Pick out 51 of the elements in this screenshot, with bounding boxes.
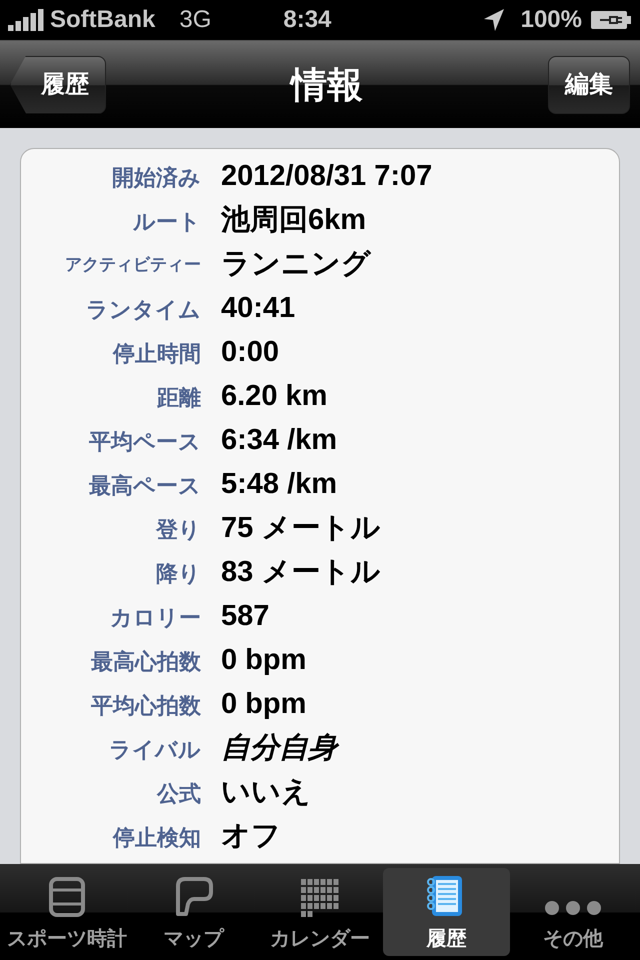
carrier-name: SoftBank [50, 5, 156, 35]
detail-label: 降り [155, 560, 201, 588]
tab-item[interactable]: カレンダー [256, 868, 384, 956]
detail-value: ランニング [221, 247, 371, 282]
detail-label: 登り [154, 516, 201, 544]
detail-label: 最高心拍数 [90, 648, 201, 676]
detail-value: 0 bpm [221, 687, 306, 722]
detail-label: 停止検知 [112, 824, 201, 852]
detail-value: 587 [221, 599, 270, 634]
detail-label: 公式 [156, 780, 201, 808]
detail-label: カロリー [109, 604, 201, 632]
signal-icon [8, 9, 46, 31]
detail-label: 開始済み [111, 164, 201, 192]
detail-label: ランタイム [85, 296, 201, 324]
detail-value: 5:48 /km [221, 467, 338, 502]
battery-percent: 100% [520, 5, 582, 35]
edit-button[interactable]: 編集 [548, 56, 630, 114]
detail-label: 停止時間 [112, 340, 201, 368]
detail-value: 75 メートル [221, 511, 380, 546]
tab-item[interactable]: 履歴 [383, 868, 510, 956]
screen-title: 情報 [291, 62, 363, 106]
detail-value: 2012/08/31 7:07 [221, 159, 432, 194]
tab-item[interactable]: スポーツ時計 [4, 868, 130, 956]
calendar-grid-icon [300, 878, 340, 918]
watch-icon [48, 876, 86, 918]
detail-value: 池周回6km [221, 203, 366, 238]
detail-value: 0:00 [221, 335, 280, 370]
detail-label: 平均心拍数 [90, 692, 201, 720]
network-type: 3G [179, 5, 212, 35]
detail-value: 0 bpm [221, 643, 306, 678]
detail-value: 自分自身 [221, 727, 337, 771]
more-icon [542, 898, 603, 918]
detail-label: 距離 [156, 384, 201, 412]
battery-icon [590, 9, 632, 31]
tab-item[interactable]: その他 [510, 868, 636, 956]
detail-value: 6.20 km [221, 379, 328, 414]
clock: 8:34 [283, 5, 332, 35]
detail-value: 6:34 /km [221, 423, 338, 458]
detail-label: 最高ペース [88, 472, 201, 500]
tab-item[interactable]: マップ [130, 868, 257, 956]
detail-value: 40:41 [221, 291, 296, 326]
location-arrow-icon [482, 8, 505, 32]
detail-value: 83 メートル [221, 555, 380, 590]
detail-value: オフ [221, 819, 281, 854]
detail-label: ライバル [108, 736, 201, 764]
detail-label: ルート [132, 208, 201, 236]
route-icon [174, 876, 214, 918]
back-button[interactable]: 履歴 [10, 56, 106, 114]
detail-label: アクティビティー [64, 254, 201, 276]
detail-label: 平均ペース [88, 428, 201, 456]
detail-value: いいえ [221, 775, 311, 810]
